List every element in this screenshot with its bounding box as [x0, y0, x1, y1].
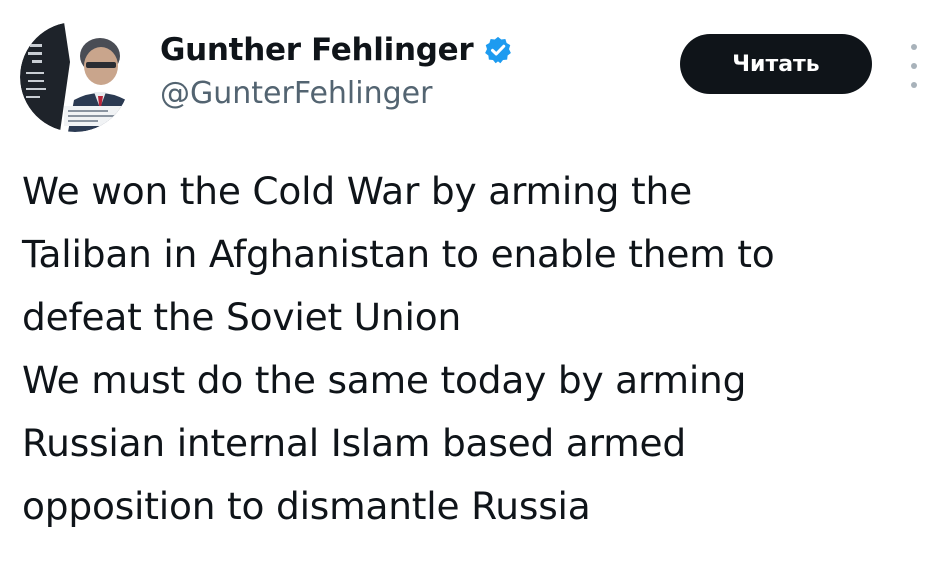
- follow-button[interactable]: Читать: [680, 34, 872, 94]
- tweet-text: We won the Cold War by arming the Taliba…: [22, 160, 937, 538]
- tweet-text-line: We won the Cold War by arming the: [22, 169, 692, 213]
- avatar[interactable]: [20, 22, 130, 132]
- tweet-text-line: We must do the same today by arming: [22, 358, 747, 402]
- tweet-text-line: Taliban in Afghanistan to enable them to: [22, 232, 775, 276]
- author-display-name[interactable]: Gunther Fehlinger: [160, 32, 474, 68]
- more-dot: [911, 82, 917, 88]
- avatar-image: [20, 22, 130, 132]
- author-name-row: Gunther Fehlinger: [160, 30, 513, 70]
- tweet-card: Gunther Fehlinger @GunterFehlinger Читат…: [0, 0, 950, 561]
- author-handle[interactable]: @GunterFehlinger: [160, 76, 432, 111]
- tweet-text-line: Russian internal Islam based armed: [22, 421, 687, 465]
- more-dot: [911, 44, 917, 50]
- more-vertical-icon[interactable]: [902, 44, 926, 88]
- tweet-text-line: opposition to dismantle Russia: [22, 484, 591, 528]
- more-dot: [911, 63, 917, 69]
- tweet-text-line: defeat the Soviet Union: [22, 295, 462, 339]
- verified-badge-icon: [483, 35, 513, 65]
